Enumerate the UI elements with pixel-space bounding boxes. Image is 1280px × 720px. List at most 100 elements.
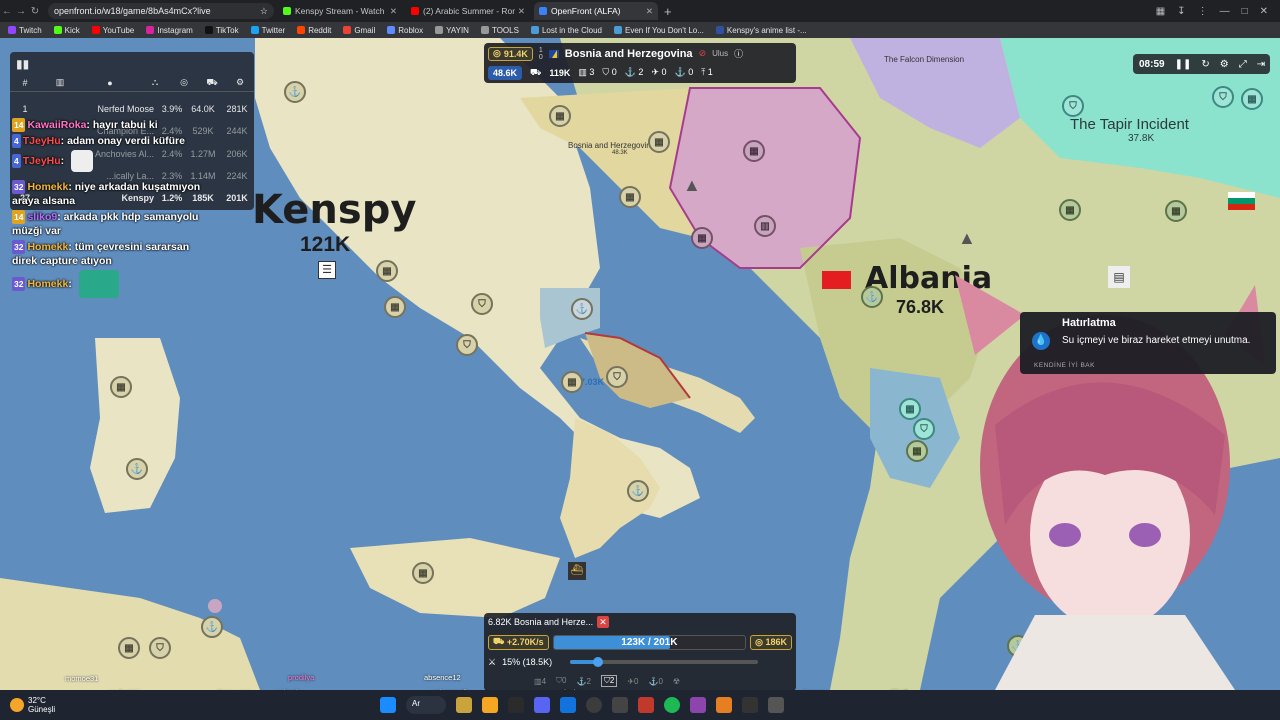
close-icon[interactable]: ✕ — [390, 6, 397, 17]
defense-post-icon[interactable]: ⛉ — [1212, 86, 1234, 108]
app-icon[interactable] — [508, 697, 524, 713]
app-icon[interactable] — [716, 697, 732, 713]
player-column-icon[interactable]: ● — [80, 78, 140, 88]
troop-bar: 123K / 201K — [552, 634, 747, 650]
github-icon[interactable] — [586, 697, 602, 713]
factory-icon[interactable]: ▥ — [754, 215, 776, 237]
info-icon[interactable]: ⓘ — [734, 47, 743, 60]
exit-icon[interactable]: ⇥ — [1257, 59, 1265, 70]
defense-post-icon[interactable]: ⛉ — [1062, 95, 1084, 117]
bookmark-even-if[interactable]: Even If You Don't Lo... — [613, 26, 704, 35]
cancel-attack-button[interactable]: ✕ — [597, 616, 610, 628]
back-icon[interactable]: ← — [0, 6, 14, 17]
menu-icon[interactable]: ⋮ — [1198, 6, 1208, 17]
defense-post-icon[interactable]: ⛉ — [149, 637, 171, 659]
port-icon[interactable]: ⚓ — [201, 616, 223, 638]
city-icon[interactable]: ▦ — [561, 371, 583, 393]
bookmark-yayin[interactable]: YAYIN — [435, 26, 469, 35]
discord-icon[interactable] — [534, 697, 550, 713]
app-icon[interactable] — [612, 697, 628, 713]
city-icon[interactable]: ▦ — [906, 440, 928, 462]
weather-widget[interactable]: 32°C Güneşli — [10, 696, 130, 714]
settings-icon[interactable]: ⚙ — [1220, 59, 1229, 70]
file-explorer-icon[interactable] — [456, 697, 472, 713]
troops-column-icon[interactable]: ⛟ — [198, 77, 226, 89]
city-icon[interactable]: ▦ — [118, 637, 140, 659]
land-column-icon[interactable]: ⛬ — [140, 77, 170, 88]
port-icon[interactable]: ⚓ — [571, 298, 593, 320]
bookmark-twitter[interactable]: Twitter — [250, 26, 285, 35]
settings-column-icon[interactable]: ⚙ — [226, 77, 254, 88]
taskbar-search[interactable]: Ar — [406, 696, 446, 714]
port-icon[interactable]: ⚓ — [627, 480, 649, 502]
download-icon[interactable]: ↧ — [1177, 6, 1185, 17]
minimize-button[interactable]: — — [1220, 6, 1230, 17]
building-column-icon[interactable]: ▥ — [40, 77, 80, 88]
bookmark-instagram[interactable]: Instagram — [146, 26, 193, 35]
city-icon[interactable]: ▦ — [412, 562, 434, 584]
missile-silo-icon[interactable]: ▲ — [958, 228, 976, 249]
extensions-icon[interactable]: ▦ — [1156, 6, 1165, 17]
city-icon[interactable]: ▦ — [743, 140, 765, 162]
chart-icon[interactable]: ▮▮ — [16, 57, 29, 71]
bookmark-twitch[interactable]: Twitch — [8, 26, 42, 35]
defense-post-icon[interactable]: ⛉ — [471, 293, 493, 315]
boat-icon[interactable]: ⛴ — [568, 562, 586, 580]
restart-icon[interactable]: ↻ — [1201, 59, 1209, 70]
attack-ratio-slider[interactable] — [570, 657, 759, 667]
city-icon[interactable]: ▦ — [1165, 200, 1187, 222]
close-icon[interactable]: ✕ — [646, 6, 653, 17]
city-icon[interactable]: ▦ — [1059, 199, 1081, 221]
slider-knob[interactable] — [593, 657, 604, 667]
missile-silo-icon[interactable]: ▲ — [683, 175, 701, 196]
new-tab-button[interactable]: + — [664, 4, 672, 19]
star-icon[interactable]: ☆ — [260, 6, 268, 17]
bookmark-roblox[interactable]: Roblox — [387, 26, 423, 35]
terminal-icon[interactable] — [742, 697, 758, 713]
app-icon[interactable] — [560, 697, 576, 713]
app-icon[interactable] — [690, 697, 706, 713]
city-icon[interactable]: ▦ — [648, 131, 670, 153]
close-icon[interactable]: ✕ — [518, 6, 525, 17]
leaderboard-row[interactable]: 1 Nerfed Moose 3.9% 64.0K 281K — [10, 98, 254, 120]
maximize-button[interactable]: □ — [1242, 6, 1248, 17]
bookmark-gmail[interactable]: Gmail — [343, 26, 375, 35]
bookmark-youtube[interactable]: YouTube — [91, 26, 134, 35]
spotify-icon[interactable] — [664, 697, 680, 713]
rank-column-header[interactable]: # — [10, 78, 40, 88]
city-icon[interactable]: ▦ — [110, 376, 132, 398]
tab-kenspy-stream[interactable]: Kenspy Stream - Watch Liv ✕ — [278, 2, 402, 20]
city-icon[interactable]: ▦ — [691, 227, 713, 249]
bookmark-reddit[interactable]: Reddit — [297, 26, 331, 35]
tab-openfront[interactable]: OpenFront (ALFA) ✕ — [534, 2, 658, 20]
forward-icon[interactable]: → — [14, 6, 28, 17]
bookmark-anime-list[interactable]: Kenspy's anime list -... — [715, 26, 807, 35]
app-icon[interactable] — [638, 697, 654, 713]
bookmark-kick[interactable]: Kick — [53, 26, 80, 35]
city-icon[interactable]: ▦ — [619, 186, 641, 208]
city-icon[interactable]: ▦ — [376, 260, 398, 282]
close-window-button[interactable]: ✕ — [1260, 6, 1268, 17]
tab-arabic-summer[interactable]: (2) Arabic Summer - Rome ✕ — [406, 2, 530, 20]
city-icon[interactable]: ▦ — [384, 296, 406, 318]
pause-icon[interactable]: ❚❚ — [1175, 59, 1192, 70]
address-bar[interactable]: openfront.io/w18/game/8bAs4mCx?live ☆ — [48, 3, 274, 19]
windows-start-icon[interactable] — [380, 697, 396, 713]
app-icon[interactable] — [768, 697, 784, 713]
reload-icon[interactable]: ↻ — [28, 6, 42, 17]
port-icon[interactable]: ⚓ — [284, 81, 306, 103]
port-icon[interactable]: ⚓ — [861, 286, 883, 308]
port-icon[interactable]: ⚓ — [126, 458, 148, 480]
gold-column-icon[interactable]: ◎ — [170, 77, 198, 88]
defense-post-icon[interactable]: ⛉ — [913, 418, 935, 440]
bookmark-tiktok[interactable]: TikTok — [204, 26, 239, 35]
city-icon[interactable]: ▦ — [549, 105, 571, 127]
bookmark-lost-in-cloud[interactable]: Lost in the Cloud — [530, 26, 602, 35]
fullscreen-icon[interactable]: ⤢ — [1239, 59, 1247, 70]
defense-post-icon[interactable]: ⛉ — [456, 334, 478, 356]
defense-post-icon[interactable]: ⛉ — [606, 366, 628, 388]
city-icon[interactable]: ▦ — [1241, 88, 1263, 110]
city-icon[interactable]: ▦ — [899, 398, 921, 420]
bookmark-tools[interactable]: TOOLS — [480, 26, 519, 35]
firefox-icon[interactable] — [482, 697, 498, 713]
